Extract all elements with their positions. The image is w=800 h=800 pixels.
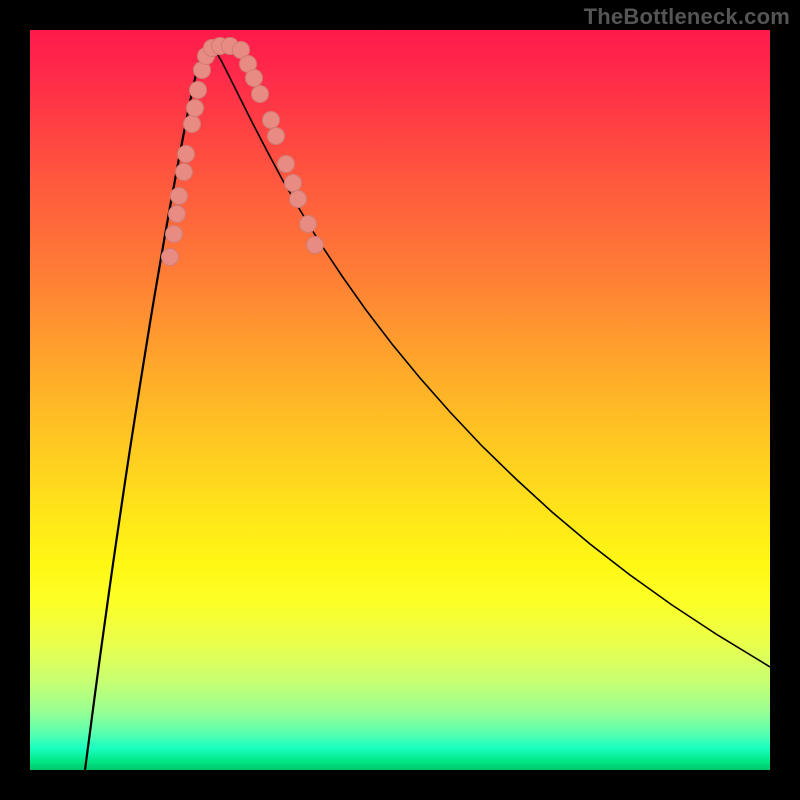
data-point [289, 190, 307, 208]
data-point [170, 187, 188, 205]
data-point [168, 205, 186, 223]
data-point [267, 127, 285, 145]
curve-layer [30, 30, 770, 770]
data-point [177, 145, 195, 163]
data-point [251, 85, 269, 103]
data-point [161, 248, 179, 266]
data-point [277, 155, 295, 173]
watermark-text: TheBottleneck.com [584, 4, 790, 30]
chart-frame: TheBottleneck.com [0, 0, 800, 800]
data-point [165, 225, 183, 243]
plot-area [30, 30, 770, 770]
data-point [175, 163, 193, 181]
curve-right [209, 42, 770, 667]
data-point [299, 215, 317, 233]
data-point [306, 236, 324, 254]
data-point [189, 81, 207, 99]
data-point [183, 115, 201, 133]
data-point [186, 99, 204, 117]
